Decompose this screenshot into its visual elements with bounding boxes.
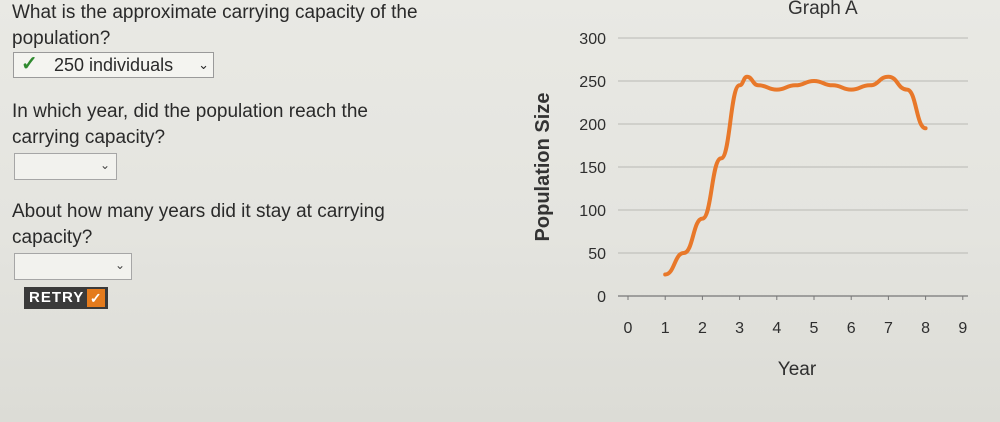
y-tick-label: 100 bbox=[579, 203, 606, 220]
x-axis-label: Year bbox=[778, 359, 817, 380]
x-tick-label: 8 bbox=[921, 320, 930, 337]
x-tick-label: 7 bbox=[884, 320, 893, 337]
y-axis-label: Population Size bbox=[532, 93, 554, 242]
series-line bbox=[663, 74, 928, 277]
x-tick-label: 6 bbox=[847, 320, 856, 337]
x-tick-label: 4 bbox=[772, 320, 781, 337]
x-tick-label: 5 bbox=[810, 320, 819, 337]
y-tick-label: 0 bbox=[597, 289, 606, 306]
x-tick-label: 9 bbox=[958, 320, 967, 337]
y-tick-label: 150 bbox=[579, 160, 606, 177]
x-tick-label: 2 bbox=[698, 320, 707, 337]
y-tick-label: 300 bbox=[579, 31, 606, 48]
y-tick-label: 250 bbox=[579, 74, 606, 91]
x-tick-label: 1 bbox=[661, 320, 670, 337]
y-tick-label: 50 bbox=[588, 246, 606, 263]
x-tick-label: 3 bbox=[735, 320, 744, 337]
y-tick-label: 200 bbox=[579, 117, 606, 134]
x-tick-label: 0 bbox=[624, 320, 633, 337]
line-chart: 0 50 100 150 200 250 300 0 1 2 3 4 5 6 7 8 9 Population… bbox=[532, 31, 968, 380]
